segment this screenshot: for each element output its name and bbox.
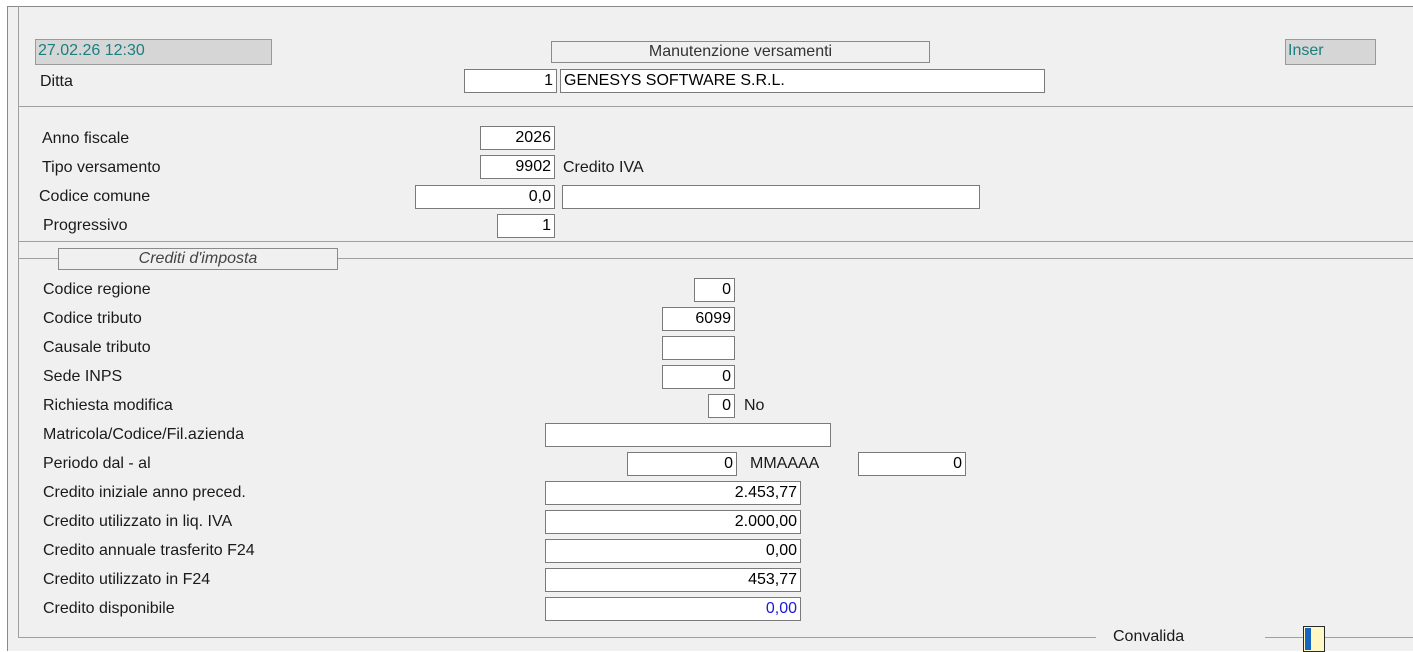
codice-regione-input[interactable]: 0 <box>694 278 735 302</box>
frame-left-border-top <box>18 6 19 106</box>
sede-inps-label: Sede INPS <box>43 368 123 385</box>
frame-left-border-mid <box>18 106 19 258</box>
credito-f24-label: Credito utilizzato in F24 <box>43 571 211 588</box>
datetime-display: 27.02.26 12:30 <box>35 39 272 65</box>
sede-inps-input[interactable]: 0 <box>662 365 735 389</box>
codice-tributo-label: Codice tributo <box>43 310 142 327</box>
bottom-line-right <box>1325 637 1413 638</box>
ditta-code-input[interactable]: 1 <box>464 69 557 93</box>
convalida-button[interactable] <box>1303 626 1325 652</box>
mode-indicator: Inser <box>1285 39 1376 65</box>
codice-comune-input[interactable]: 0,0 <box>415 185 555 209</box>
divider-header <box>18 106 1413 107</box>
section-crediti-title: Crediti d'imposta <box>58 248 338 270</box>
causale-tributo-input[interactable] <box>662 336 735 360</box>
section-line-left <box>18 258 58 259</box>
tipo-versamento-input[interactable]: 9902 <box>480 155 555 179</box>
frame-left-border-bottom <box>18 258 19 638</box>
bottom-line-left <box>18 637 1096 638</box>
progressivo-input[interactable]: 1 <box>497 214 555 238</box>
tipo-versamento-label: Tipo versamento <box>42 159 161 176</box>
credito-trasferito-input[interactable]: 0,00 <box>545 539 801 563</box>
credito-disponibile-label: Credito disponibile <box>43 600 175 617</box>
matricola-label: Matricola/Codice/Fil.azienda <box>43 426 244 443</box>
credito-iniziale-label: Credito iniziale anno preced. <box>43 484 246 501</box>
section-line-right <box>338 258 1413 259</box>
codice-regione-label: Codice regione <box>43 281 151 298</box>
credito-liq-iva-label: Credito utilizzato in liq. IVA <box>43 513 233 530</box>
progressivo-label: Progressivo <box>43 217 128 234</box>
page-title: Manutenzione versamenti <box>551 41 930 63</box>
codice-tributo-input[interactable]: 6099 <box>662 307 735 331</box>
tipo-versamento-desc: Credito IVA <box>563 159 644 176</box>
credito-trasferito-label: Credito annuale trasferito F24 <box>43 542 255 559</box>
credito-liq-iva-input[interactable]: 2.000,00 <box>545 510 801 534</box>
periodo-format-label: MMAAAA <box>750 455 820 472</box>
bottom-line-mid <box>1265 637 1303 638</box>
richiesta-modifica-desc: No <box>744 397 765 414</box>
convalida-label: Convalida <box>1113 628 1185 645</box>
credito-iniziale-input[interactable]: 2.453,77 <box>545 481 801 505</box>
codice-comune-desc-field[interactable] <box>562 185 980 209</box>
anno-fiscale-input[interactable]: 2026 <box>480 126 555 150</box>
periodo-label: Periodo dal - al <box>43 455 151 472</box>
ditta-label: Ditta <box>40 73 73 90</box>
credito-f24-input[interactable]: 453,77 <box>545 568 801 592</box>
anno-fiscale-label: Anno fiscale <box>42 130 130 147</box>
periodo-dal-input[interactable]: 0 <box>627 452 737 476</box>
matricola-input[interactable] <box>545 423 831 447</box>
periodo-al-input[interactable]: 0 <box>858 452 966 476</box>
causale-tributo-label: Causale tributo <box>43 339 151 356</box>
credito-disponibile-field: 0,00 <box>545 597 801 621</box>
richiesta-modifica-input[interactable]: 0 <box>708 394 735 418</box>
divider-general <box>18 241 1413 242</box>
richiesta-modifica-label: Richiesta modifica <box>43 397 173 414</box>
codice-comune-label: Codice comune <box>39 188 151 205</box>
ditta-name-field[interactable]: GENESYS SOFTWARE S.R.L. <box>560 69 1045 93</box>
